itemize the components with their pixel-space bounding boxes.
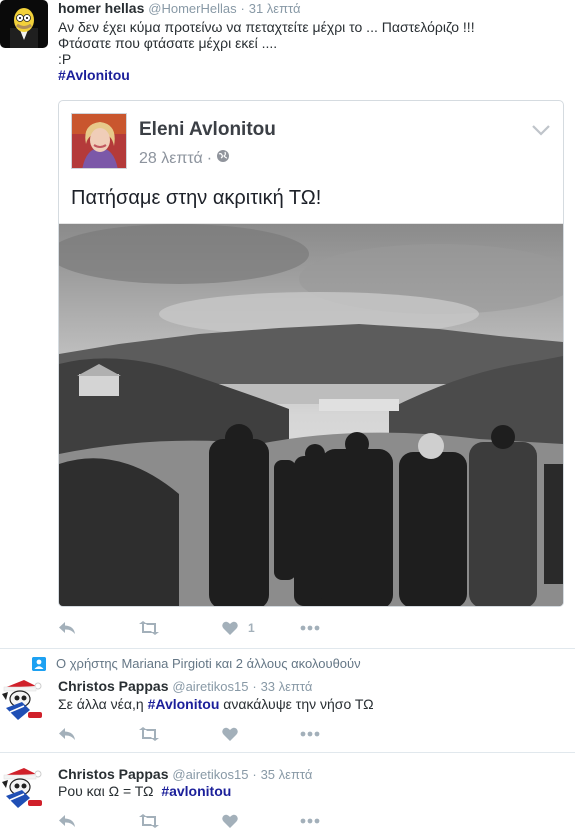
tweet-christos-1: Christos Pappas @airetikos15 · 33 λεπτά … <box>0 672 575 752</box>
tweet-text-line: Φτάσατε που φτάσατε μέχρι εκεί .... <box>58 35 278 51</box>
tweet-text-segment: Σε άλλα νέα,η <box>58 696 148 712</box>
card-separator-dot: · <box>206 149 213 167</box>
display-name[interactable]: homer hellas <box>58 0 144 16</box>
tweet-text: Σε άλλα νέα,η #Avlonitou ανακάλυψε την ν… <box>58 696 374 712</box>
like-count: 1 <box>248 621 255 635</box>
tweet-text: Ρου και Ω = ΤΩ #avlonitou <box>58 783 231 799</box>
tweet-actions <box>58 724 358 744</box>
tweet-text: Αν δεν έχει κύμα προτείνω να πεταχτείτε … <box>58 19 475 83</box>
reply-icon[interactable] <box>58 724 76 744</box>
tweet-divider <box>0 648 575 649</box>
card-time-text[interactable]: 28 λεπτά <box>139 150 203 168</box>
timestamp[interactable]: 35 λεπτά <box>261 767 313 782</box>
tweet-homer-hellas: homer hellas @HomerHellas · 31 λεπτά Αν … <box>0 0 575 648</box>
retweet-icon[interactable] <box>138 811 160 831</box>
timestamp[interactable]: 31 λεπτά <box>249 1 301 16</box>
hashtag-link[interactable]: #Avlonitou <box>58 67 475 83</box>
tweet-text-segment: Ρου και Ω = ΤΩ <box>58 783 162 799</box>
social-context[interactable]: Ο χρήστης Mariana Pirgioti και 2 άλλους … <box>32 656 361 671</box>
tweet-divider <box>0 752 575 753</box>
separator-dot: · <box>252 679 257 694</box>
hashtag-link[interactable]: #Avlonitou <box>148 696 220 712</box>
heart-icon[interactable] <box>222 724 238 744</box>
user-follow-icon <box>32 656 46 671</box>
separator-dot: · <box>240 1 245 16</box>
hashtag-link[interactable]: #avlonitou <box>161 783 231 799</box>
reply-icon[interactable] <box>58 811 76 831</box>
more-icon[interactable] <box>300 724 320 744</box>
avatar-homer[interactable] <box>0 0 48 48</box>
display-name[interactable]: Christos Pappas <box>58 678 168 694</box>
tweet-christos-2: Christos Pappas @airetikos15 · 35 λεπτά … <box>0 760 575 839</box>
tweet-text-segment: ανακάλυψε την νήσο ΤΩ <box>219 696 374 712</box>
heart-icon[interactable] <box>222 811 238 831</box>
more-icon[interactable] <box>300 618 320 638</box>
heart-icon[interactable]: 1 <box>222 618 255 638</box>
card-post-text: Πατήσαμε στην ακριτική ΤΩ! <box>71 187 322 209</box>
tweet-text-line: :P <box>58 51 72 67</box>
tweet-header: homer hellas @HomerHellas · 31 λεπτά <box>58 0 301 17</box>
card-photo[interactable] <box>59 223 563 606</box>
tweet-header: Christos Pappas @airetikos15 · 33 λεπτά <box>58 678 312 695</box>
tweet-actions <box>58 811 358 831</box>
card-author-avatar[interactable] <box>71 113 127 169</box>
reply-icon[interactable] <box>58 618 76 638</box>
more-icon[interactable] <box>300 811 320 831</box>
card-author-name[interactable]: Eleni Avlonitou <box>139 119 276 141</box>
username-handle[interactable]: @HomerHellas <box>148 1 236 16</box>
retweet-icon[interactable] <box>138 724 160 744</box>
card-timestamp: 28 λεπτά · <box>139 149 230 168</box>
retweet-icon[interactable] <box>138 618 160 638</box>
tweet-header: Christos Pappas @airetikos15 · 35 λεπτά <box>58 766 312 783</box>
timestamp[interactable]: 33 λεπτά <box>261 679 313 694</box>
username-handle[interactable]: @airetikos15 <box>172 767 248 782</box>
separator-dot: · <box>252 767 257 782</box>
tweet-text-line: Αν δεν έχει κύμα προτείνω να πεταχτείτε … <box>58 19 475 35</box>
globe-icon <box>216 149 230 168</box>
avatar-christos[interactable] <box>0 674 48 722</box>
display-name[interactable]: Christos Pappas <box>58 766 168 782</box>
username-handle[interactable]: @airetikos15 <box>172 679 248 694</box>
avatar-christos[interactable] <box>0 762 48 810</box>
chevron-down-icon[interactable] <box>531 123 551 139</box>
social-context-text: Ο χρήστης Mariana Pirgioti και 2 άλλους … <box>56 656 361 671</box>
embedded-post-card[interactable]: Eleni Avlonitou 28 λεπτά · Πατήσαμε στην… <box>58 100 564 607</box>
tweet-actions: 1 <box>58 618 358 638</box>
